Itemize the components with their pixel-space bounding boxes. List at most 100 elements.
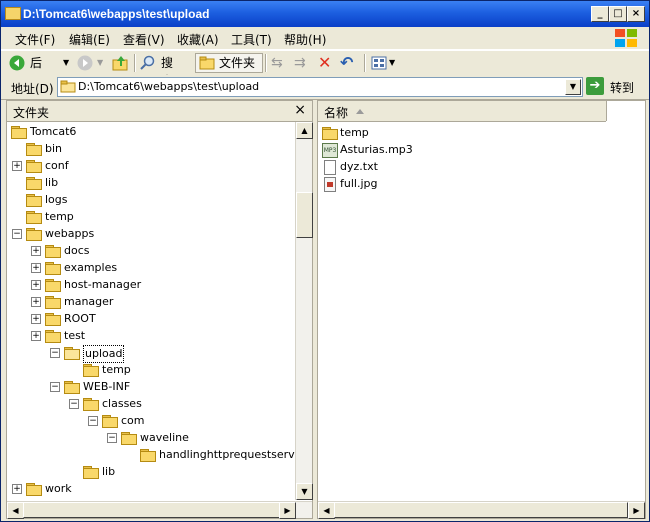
tree-item-label: waveline xyxy=(140,431,189,444)
menu-favorites[interactable]: 收藏(A) xyxy=(177,31,219,48)
menu-tools[interactable]: 工具(T) xyxy=(231,31,272,48)
tree-item-label: lib xyxy=(102,465,116,478)
tree-item-label: conf xyxy=(45,159,69,172)
folder-tree: Tomcat6 bin + conf lib logs temp − webapps + docs +… xyxy=(7,122,295,500)
name-column-label: 名称 xyxy=(324,106,349,120)
scroll-thumb[interactable] xyxy=(296,192,313,238)
folder-icon xyxy=(26,211,42,224)
folders-button[interactable]: 文件夹 xyxy=(195,53,263,73)
folders-label: 文件夹 xyxy=(219,56,256,70)
go-label: 转到 xyxy=(610,81,635,95)
menu-file[interactable]: 文件(F) xyxy=(15,31,55,48)
scroll-thumb[interactable] xyxy=(23,502,280,518)
tree-item-label: handlinghttprequestservlet xyxy=(159,448,295,461)
menu-help[interactable]: 帮助(H) xyxy=(284,31,326,48)
maximize-button[interactable]: □ xyxy=(609,6,627,22)
collapse-icon[interactable]: − xyxy=(107,433,117,443)
folder-icon xyxy=(45,313,61,326)
folder-icon xyxy=(45,279,61,292)
views-dropdown-icon: ▼ xyxy=(389,58,396,67)
folder-icon xyxy=(64,381,80,394)
folder-icon xyxy=(45,262,61,275)
tree-item-label: WEB-INF xyxy=(83,380,131,393)
scroll-thumb[interactable] xyxy=(334,502,628,518)
expand-icon[interactable]: + xyxy=(31,280,41,290)
address-dropdown-icon[interactable]: ▼ xyxy=(565,79,581,95)
toolbar-separator xyxy=(265,54,267,72)
file-name: temp xyxy=(340,126,369,139)
expand-icon[interactable]: + xyxy=(31,331,41,341)
folder-icon xyxy=(45,245,61,258)
file-list-horizontal-scrollbar[interactable]: ◀ ▶ xyxy=(318,501,645,519)
close-pane-icon[interactable]: × xyxy=(294,102,306,118)
tree-item-label: bin xyxy=(45,142,63,155)
minimize-button[interactable]: _ xyxy=(591,6,609,22)
expand-icon[interactable]: + xyxy=(31,246,41,256)
toolbar-separator xyxy=(134,54,136,72)
collapse-icon[interactable]: − xyxy=(69,399,79,409)
folder-tree-horizontal-scrollbar[interactable]: ◀ ▶ xyxy=(7,501,312,519)
expand-icon[interactable]: + xyxy=(31,297,41,307)
expand-icon[interactable]: + xyxy=(12,161,22,171)
scroll-left-icon[interactable]: ◀ xyxy=(7,502,24,519)
menu-view[interactable]: 查看(V) xyxy=(123,31,165,48)
tree-item-label: com xyxy=(121,414,145,427)
views-icon xyxy=(371,56,387,70)
tree-item-label: temp xyxy=(102,363,131,376)
move-to-icon[interactable]: ⇆ xyxy=(271,54,283,72)
delete-icon[interactable]: ✕ xyxy=(318,54,331,72)
folder-icon xyxy=(199,56,215,70)
address-input[interactable]: D:\Tomcat6\webapps\test\upload ▼ xyxy=(57,77,583,97)
tree-item-label: temp xyxy=(45,210,74,223)
collapse-icon[interactable]: − xyxy=(12,229,22,239)
folder-icon xyxy=(60,80,76,93)
folders-pane-header: 文件夹 × xyxy=(7,101,312,122)
expand-icon[interactable]: + xyxy=(31,263,41,273)
menu-edit[interactable]: 编辑(E) xyxy=(69,31,110,48)
undo-icon[interactable]: ↶ xyxy=(340,54,353,72)
expand-icon[interactable]: + xyxy=(12,484,22,494)
folder-icon xyxy=(64,347,80,360)
search-icon xyxy=(140,55,155,70)
back-arrow-icon xyxy=(9,55,25,71)
folder-icon xyxy=(102,415,118,428)
scroll-right-icon[interactable]: ▶ xyxy=(628,502,645,519)
name-column-header[interactable]: 名称 xyxy=(318,101,606,122)
tree-item-label: logs xyxy=(45,193,68,206)
scroll-up-icon[interactable]: ▲ xyxy=(296,122,313,139)
folders-pane: 文件夹 × Tomcat6 bin + conf lib logs temp − webapps… xyxy=(6,100,313,519)
folder-icon xyxy=(26,160,42,173)
address-bar: 地址(D) D:\Tomcat6\webapps\test\upload ▼ ➔… xyxy=(1,75,649,100)
scroll-right-icon[interactable]: ▶ xyxy=(279,502,296,519)
tree-item-label: classes xyxy=(102,397,142,410)
file-name: dyz.txt xyxy=(340,160,378,173)
tree-item-label: host-manager xyxy=(64,278,142,291)
forward-arrow-icon xyxy=(77,55,93,71)
folder-icon xyxy=(140,449,156,462)
folder-tree-vertical-scrollbar[interactable]: ▲ ▼ xyxy=(295,122,313,500)
go-button[interactable]: ➔ 转到 xyxy=(586,77,644,97)
file-name: Asturias.mp3 xyxy=(340,143,413,156)
collapse-icon[interactable]: − xyxy=(50,348,60,358)
address-value: D:\Tomcat6\webapps\test\upload xyxy=(78,80,260,93)
close-button[interactable]: × xyxy=(627,6,645,22)
collapse-icon[interactable]: − xyxy=(50,382,60,392)
folder-icon xyxy=(5,7,21,20)
forward-dropdown-icon[interactable]: ▼ xyxy=(97,54,103,72)
column-divider[interactable] xyxy=(606,101,607,121)
folder-icon xyxy=(45,330,61,343)
scroll-down-icon[interactable]: ▼ xyxy=(296,483,313,500)
title-bar[interactable]: D:\Tomcat6\webapps\test\upload _ □ × xyxy=(1,1,649,27)
folder-icon xyxy=(26,177,42,190)
scroll-left-icon[interactable]: ◀ xyxy=(318,502,335,519)
collapse-icon[interactable]: − xyxy=(88,416,98,426)
explorer-window: D:\Tomcat6\webapps\test\upload _ □ × 文件(… xyxy=(0,0,650,522)
expand-icon[interactable]: + xyxy=(31,314,41,324)
file-name: full.jpg xyxy=(340,177,378,190)
file-list-pane: 名称 temp MP3 Asturias.mp3 dyz.txt full.jpg ◀ … xyxy=(317,100,646,519)
back-dropdown-icon[interactable]: ▼ xyxy=(63,54,69,72)
folder-icon xyxy=(83,466,99,479)
folder-icon xyxy=(121,432,137,445)
tree-item-label: manager xyxy=(64,295,114,308)
copy-to-icon[interactable]: ⇉ xyxy=(294,54,306,72)
